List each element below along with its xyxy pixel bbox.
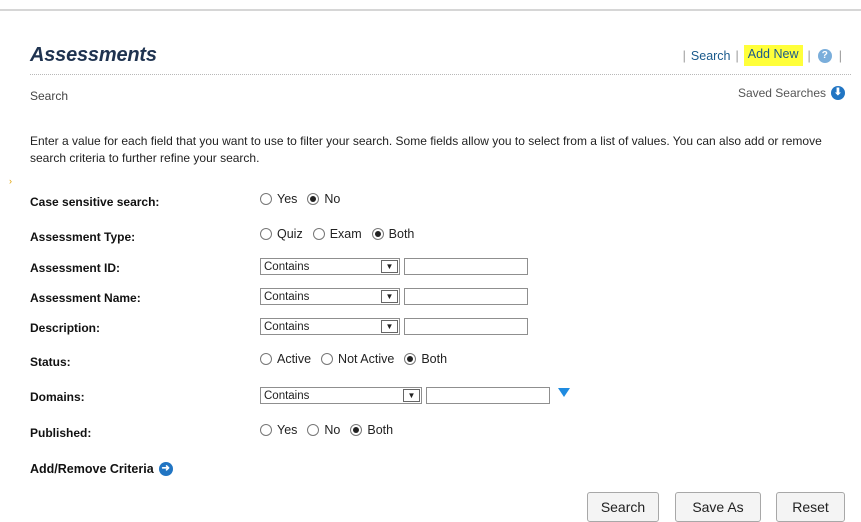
select-value: Contains xyxy=(264,260,310,273)
assessment-name-label: Assessment Name: xyxy=(30,291,141,305)
right-arrow-circle-icon[interactable]: ➜ xyxy=(158,462,173,476)
reset-button[interactable]: Reset xyxy=(776,492,845,522)
radio-label: Exam xyxy=(329,227,362,241)
radio-label: Both xyxy=(388,227,415,241)
description-label: Description: xyxy=(30,321,101,335)
row-status: Status: Active Not Active Both xyxy=(30,350,850,374)
published-both-radio[interactable] xyxy=(350,424,363,436)
help-icon[interactable]: ? xyxy=(817,48,832,63)
published-no-radio[interactable] xyxy=(307,424,320,436)
add-remove-criteria-link[interactable]: Add/Remove Criteria ➜ xyxy=(30,462,173,476)
filter-icon[interactable] xyxy=(558,388,570,397)
select-value: Contains xyxy=(264,320,310,333)
status-not-active-radio[interactable] xyxy=(321,353,334,365)
saved-searches-toggle[interactable]: Saved Searches ⬇ xyxy=(738,86,845,100)
published-yes-radio[interactable] xyxy=(260,424,272,436)
status-both-radio[interactable] xyxy=(404,353,417,365)
domains-label: Domains: xyxy=(30,390,85,404)
radio-label: Yes xyxy=(277,423,298,437)
published-label: Published: xyxy=(30,426,92,440)
saved-searches-label: Saved Searches xyxy=(737,86,826,100)
row-case-sensitive: Case sensitive search: Yes No xyxy=(30,190,850,214)
case-sensitive-yes-radio[interactable] xyxy=(260,193,272,205)
assessment-name-operator-select[interactable]: Contains ▼ xyxy=(260,288,400,305)
chevron-down-icon: ▼ xyxy=(381,320,398,333)
domains-operator-select[interactable]: Contains ▼ xyxy=(260,387,422,404)
separator: | xyxy=(735,48,739,63)
separator: | xyxy=(682,48,686,63)
assessment-name-input[interactable] xyxy=(404,288,528,305)
chevron-down-icon: ▼ xyxy=(381,260,398,273)
search-button[interactable]: Search xyxy=(587,492,659,522)
assessment-type-exam-radio[interactable] xyxy=(312,228,325,240)
row-published: Published: Yes No Both xyxy=(30,421,850,445)
row-assessment-name: Assessment Name: Contains ▼ xyxy=(30,286,850,310)
row-domains: Domains: Contains ▼ xyxy=(30,385,850,409)
row-assessment-type: Assessment Type: Quiz Exam Both xyxy=(30,225,850,249)
header-divider xyxy=(30,74,851,75)
assessment-type-quiz-radio[interactable] xyxy=(260,228,272,240)
description-operator-select[interactable]: Contains ▼ xyxy=(260,318,400,335)
status-active-radio[interactable] xyxy=(260,353,272,365)
radio-label: Yes xyxy=(277,192,298,206)
chevron-down-icon: ▼ xyxy=(403,389,420,402)
top-divider xyxy=(0,9,861,11)
domains-input[interactable] xyxy=(426,387,550,404)
assessment-id-input[interactable] xyxy=(404,258,528,275)
status-label: Status: xyxy=(30,355,71,369)
search-link[interactable]: Search xyxy=(691,49,731,63)
radio-label: Both xyxy=(421,352,448,366)
description-input[interactable] xyxy=(404,318,528,335)
radio-label: Not Active xyxy=(338,352,395,366)
assessment-type-label: Assessment Type: xyxy=(30,230,136,244)
radio-label: No xyxy=(324,192,341,206)
sub-title: Search xyxy=(30,89,69,103)
edge-marker: › xyxy=(9,176,12,186)
radio-label: No xyxy=(324,423,341,437)
header-links: | Search | Add New | ? | xyxy=(678,45,847,66)
down-arrow-circle-icon[interactable]: ⬇ xyxy=(831,86,845,100)
select-value: Contains xyxy=(264,389,310,402)
row-assessment-id: Assessment ID: Contains ▼ xyxy=(30,256,850,280)
row-description: Description: Contains ▼ xyxy=(30,316,850,340)
case-sensitive-no-radio[interactable] xyxy=(307,193,320,205)
chevron-down-icon: ▼ xyxy=(381,290,398,303)
assessment-id-operator-select[interactable]: Contains ▼ xyxy=(260,258,400,275)
assessment-id-label: Assessment ID: xyxy=(30,261,121,275)
separator: | xyxy=(838,48,842,63)
select-value: Contains xyxy=(264,290,310,303)
radio-label: Quiz xyxy=(277,227,303,241)
separator: | xyxy=(807,48,811,63)
case-sensitive-label: Case sensitive search: xyxy=(30,195,160,209)
add-new-link[interactable]: Add New xyxy=(743,45,803,66)
save-as-button[interactable]: Save As xyxy=(675,492,761,522)
assessment-type-both-radio[interactable] xyxy=(371,228,384,240)
add-remove-criteria-label: Add/Remove Criteria xyxy=(30,462,154,476)
radio-label: Both xyxy=(367,423,394,437)
radio-label: Active xyxy=(277,352,312,366)
instructions-text: Enter a value for each field that you wa… xyxy=(30,134,822,165)
page-title: Assessments xyxy=(30,44,157,66)
